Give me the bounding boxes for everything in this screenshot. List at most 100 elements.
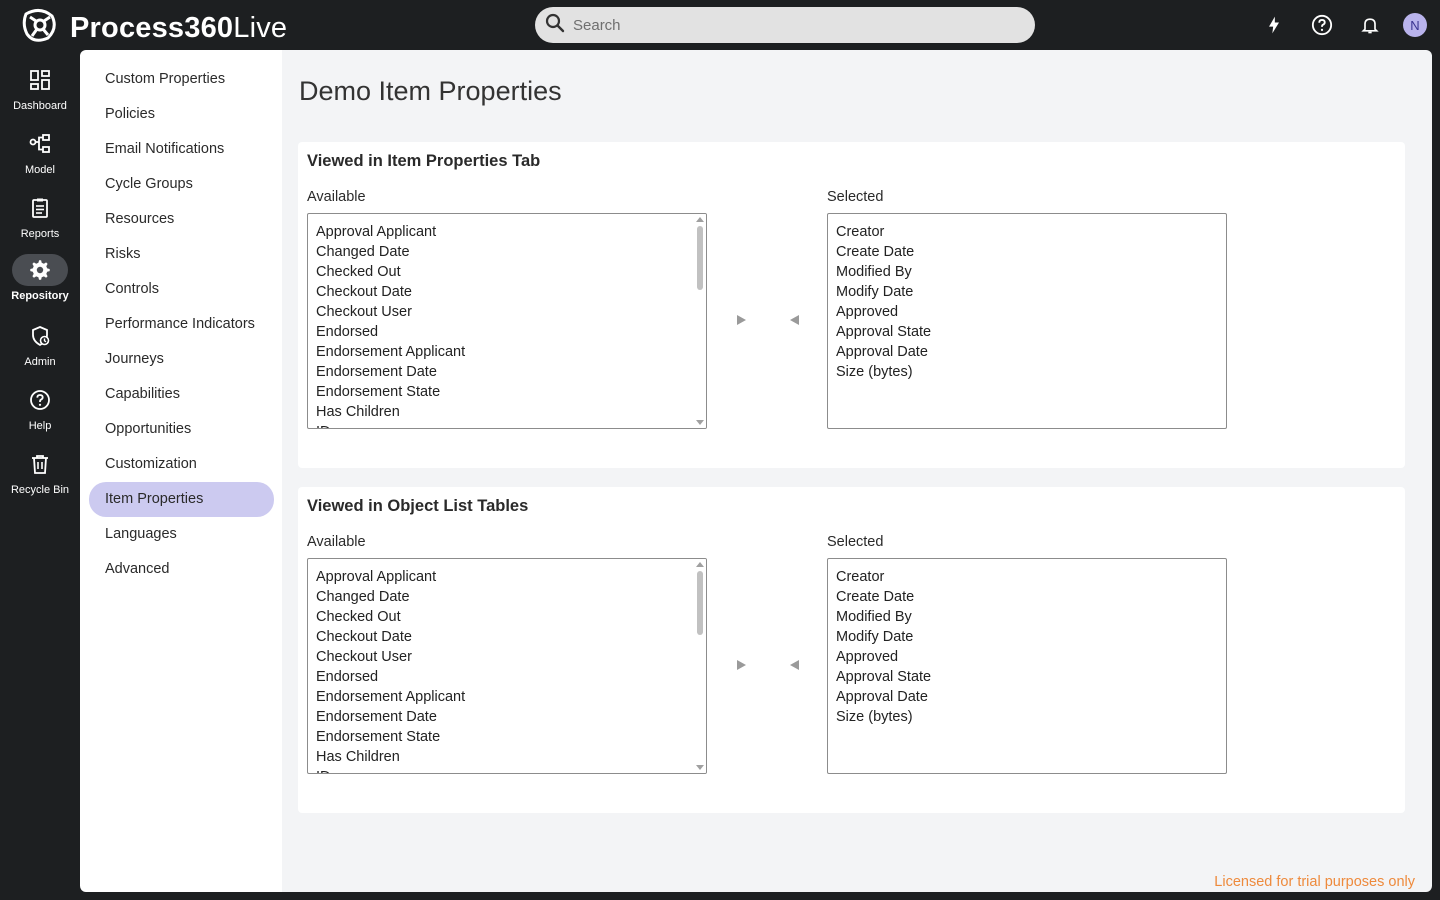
list-item[interactable]: ID (316, 422, 706, 428)
selected-list: Creator Create Date Modified By Modify Date… (836, 222, 1226, 382)
list-item[interactable]: Approval Applicant (316, 222, 706, 242)
subnav-item-custom-properties[interactable]: Custom Properties (89, 62, 274, 97)
list-item[interactable]: Create Date (836, 587, 1226, 607)
list-item[interactable]: Checked Out (316, 262, 706, 282)
list-item[interactable]: Checked Out (316, 607, 706, 627)
scroll-up-arrow-icon[interactable] (696, 217, 704, 222)
available-label: Available (307, 534, 366, 550)
rail-item-reports[interactable]: Reports (0, 192, 80, 256)
rail-item-admin[interactable]: Admin (0, 320, 80, 384)
help-circle-icon[interactable] (1310, 13, 1334, 37)
section-item-properties-tab: Viewed in Item Properties Tab Available … (298, 142, 1405, 468)
list-item[interactable]: Creator (836, 567, 1226, 587)
list-item[interactable]: Checkout Date (316, 282, 706, 302)
list-item[interactable]: Approval Date (836, 342, 1226, 362)
list-item[interactable]: ID (316, 767, 706, 773)
rail-item-help[interactable]: Help (0, 384, 80, 448)
subnav-item-email-notifications[interactable]: Email Notifications (89, 132, 274, 167)
arrow-left-icon (789, 660, 799, 670)
list-item[interactable]: Modify Date (836, 627, 1226, 647)
subnav-item-opportunities[interactable]: Opportunities (89, 412, 274, 447)
list-item[interactable]: Size (bytes) (836, 362, 1226, 382)
subnav-item-risks[interactable]: Risks (89, 237, 274, 272)
subnav-item-journeys[interactable]: Journeys (89, 342, 274, 377)
list-item[interactable]: Endorsement State (316, 382, 706, 402)
list-item[interactable]: Modified By (836, 262, 1226, 282)
list-item[interactable]: Approval Applicant (316, 567, 706, 587)
selected-list: Creator Create Date Modified By Modify Date… (836, 567, 1226, 727)
arrow-right-icon (736, 660, 746, 670)
subnav-item-resources[interactable]: Resources (89, 202, 274, 237)
page-title: Demo Item Properties (299, 76, 562, 106)
selected-label: Selected (827, 189, 884, 205)
list-item[interactable]: Endorsement Date (316, 707, 706, 727)
rail-item-dashboard[interactable]: Dashboard (0, 64, 80, 128)
subnav-item-advanced[interactable]: Advanced (89, 552, 274, 587)
list-item[interactable]: Endorsement State (316, 727, 706, 747)
list-item[interactable]: Approval State (836, 667, 1226, 687)
list-item[interactable]: Approved (836, 302, 1226, 322)
list-item[interactable]: Size (bytes) (836, 707, 1226, 727)
subnav-item-customization[interactable]: Customization (89, 447, 274, 482)
list-item[interactable]: Create Date (836, 242, 1226, 262)
move-left-button[interactable] (784, 655, 804, 675)
list-item[interactable]: Creator (836, 222, 1226, 242)
list-item[interactable]: Approved (836, 647, 1226, 667)
move-right-button[interactable] (731, 310, 751, 330)
scroll-up-arrow-icon[interactable] (696, 562, 704, 567)
app-logo[interactable]: Process360Live (22, 8, 287, 47)
user-avatar[interactable]: N (1403, 13, 1427, 37)
selected-label: Selected (827, 534, 884, 550)
list-item[interactable]: Approval State (836, 322, 1226, 342)
lightning-icon[interactable] (1262, 13, 1286, 37)
list-item[interactable]: Endorsement Date (316, 362, 706, 382)
scroll-thumb[interactable] (697, 226, 703, 290)
dashboard-icon (12, 64, 68, 96)
subnav-item-controls[interactable]: Controls (89, 272, 274, 307)
subnav-item-cycle-groups[interactable]: Cycle Groups (89, 167, 274, 202)
settings-subnav: Custom Properties Policies Email Notific… (80, 50, 282, 892)
search-input[interactable] (573, 16, 1013, 34)
list-item[interactable]: Has Children (316, 402, 706, 422)
admin-icon (12, 320, 68, 352)
list-item[interactable]: Modify Date (836, 282, 1226, 302)
scroll-down-arrow-icon[interactable] (696, 765, 704, 770)
subnav-item-capabilities[interactable]: Capabilities (89, 377, 274, 412)
list-item[interactable]: Approval Date (836, 687, 1226, 707)
selected-listbox[interactable]: Creator Create Date Modified By Modify Date… (827, 558, 1227, 774)
list-item[interactable]: Checkout User (316, 647, 706, 667)
list-item[interactable]: Changed Date (316, 587, 706, 607)
list-item[interactable]: Endorsed (316, 667, 706, 687)
scrollbar[interactable] (694, 559, 706, 773)
gear-icon (12, 254, 68, 286)
list-item[interactable]: Checkout User (316, 302, 706, 322)
icon-rail: Dashboard Model Reports Repository Admin… (0, 50, 80, 900)
rail-item-repository[interactable]: Repository (0, 254, 80, 318)
subnav-item-item-properties[interactable]: Item Properties (89, 482, 274, 517)
list-item[interactable]: Has Children (316, 747, 706, 767)
list-item[interactable]: Endorsement Applicant (316, 687, 706, 707)
subnav-item-performance-indicators[interactable]: Performance Indicators (89, 307, 274, 342)
subnav-item-policies[interactable]: Policies (89, 97, 274, 132)
trash-icon (12, 448, 68, 480)
subnav-item-languages[interactable]: Languages (89, 517, 274, 552)
bell-icon[interactable] (1358, 13, 1382, 37)
scroll-down-arrow-icon[interactable] (696, 420, 704, 425)
list-item[interactable]: Checkout Date (316, 627, 706, 647)
search-bar[interactable] (535, 7, 1035, 43)
selected-listbox[interactable]: Creator Create Date Modified By Modify Date… (827, 213, 1227, 429)
rail-item-model[interactable]: Model (0, 128, 80, 192)
list-item[interactable]: Endorsement Applicant (316, 342, 706, 362)
move-right-button[interactable] (731, 655, 751, 675)
scroll-thumb[interactable] (697, 571, 703, 635)
move-left-button[interactable] (784, 310, 804, 330)
list-item[interactable]: Changed Date (316, 242, 706, 262)
top-bar: Process360Live N (0, 0, 1440, 50)
rail-item-recycle-bin[interactable]: Recycle Bin (0, 448, 80, 512)
license-notice: Licensed for trial purposes only (1214, 874, 1415, 890)
available-listbox[interactable]: Approval Applicant Changed Date Checked Ou… (307, 558, 707, 774)
list-item[interactable]: Modified By (836, 607, 1226, 627)
list-item[interactable]: Endorsed (316, 322, 706, 342)
available-listbox[interactable]: Approval Applicant Changed Date Checked Ou… (307, 213, 707, 429)
scrollbar[interactable] (694, 214, 706, 428)
